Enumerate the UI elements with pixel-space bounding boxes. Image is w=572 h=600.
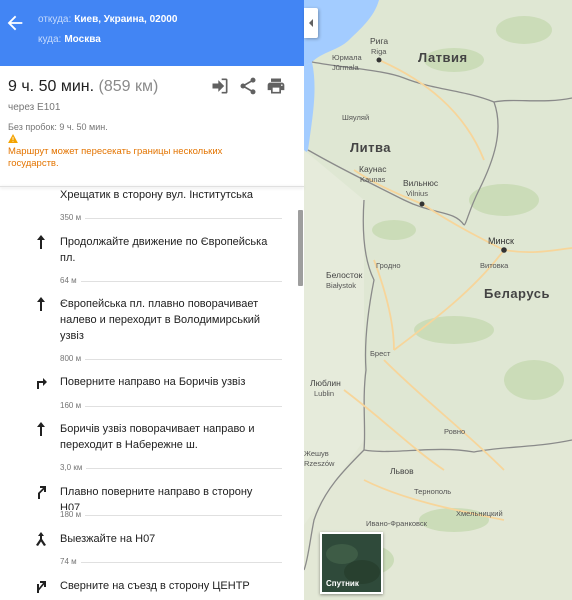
city-khmelnitsky: Хмельницкий	[456, 509, 503, 518]
city-bialystok-ru: Белосток	[326, 270, 363, 280]
city-ivano: Ивано-Франковск	[366, 519, 428, 528]
label-belarus: Беларусь	[484, 286, 550, 301]
step-divider	[60, 562, 282, 563]
duration-value: 9 ч. 50 мин.	[8, 78, 95, 95]
step-distance: 64 м	[60, 276, 81, 285]
directions-header: откуда: Киев, Украина, 02000 куда: Москва	[0, 0, 304, 66]
scrollbar-thumb[interactable]	[298, 210, 303, 286]
city-rovno: Ровно	[444, 427, 465, 436]
distance-value: (859 км)	[98, 78, 159, 95]
city-rzeszow-ru: Жешув	[304, 449, 329, 458]
warning-icon	[8, 134, 18, 143]
turn-right-icon	[37, 378, 47, 389]
city-kaunas-ru: Каунас	[359, 164, 387, 174]
city-vilnius-ru: Вильнюс	[403, 178, 439, 188]
collapse-panel-button[interactable]	[304, 8, 318, 38]
label-latvia: Латвия	[418, 50, 468, 65]
no-traffic-time: Без пробок: 9 ч. 50 мин.	[8, 122, 108, 132]
destination-label: куда:	[38, 34, 62, 45]
destination-value: Москва	[64, 34, 101, 45]
step-text[interactable]: Плавно поверните направо в сторону Н07	[60, 484, 274, 516]
merge-icon	[36, 532, 46, 546]
city-grodno: Гродно	[376, 261, 401, 270]
step-divider	[60, 218, 282, 219]
step-text[interactable]: Продолжайте движение по Європейська пл.	[60, 234, 274, 266]
city-bialystok: Białystok	[326, 281, 356, 290]
send-to-device-icon[interactable]	[210, 76, 230, 96]
print-icon[interactable]	[266, 76, 286, 96]
city-siauliai: Шяуляй	[342, 113, 369, 122]
step-divider	[60, 359, 282, 360]
city-rzeszow: Rzeszów	[304, 459, 335, 468]
directions-panel: откуда: Киев, Украина, 02000 куда: Москва …	[0, 0, 304, 600]
city-minsk: Минск	[488, 236, 514, 246]
step-divider	[60, 515, 282, 516]
step-distance: 74 м	[60, 557, 81, 566]
step-text[interactable]: Хрещатик в сторону вул. Інститутська	[60, 187, 274, 203]
back-arrow-icon[interactable]	[4, 12, 26, 34]
city-vilnius: Vilnius	[406, 189, 428, 198]
straight-arrow-icon	[37, 297, 45, 311]
label-lithuania: Литва	[350, 140, 391, 155]
step-divider	[60, 281, 282, 282]
step-distance: 350 м	[60, 213, 86, 222]
destination-row[interactable]: куда: Москва	[38, 34, 101, 45]
city-jurmala-ru: Юрмала	[332, 53, 362, 62]
step-divider	[60, 406, 282, 407]
city-vitebsk: Витовка	[480, 261, 509, 270]
step-text[interactable]: Європейська пл. плавно поворачивает нале…	[60, 296, 274, 344]
map-canvas: Латвия Литва Беларусь Рига Riga Юрмала J…	[304, 0, 572, 600]
slight-right-icon	[38, 486, 46, 499]
city-lvov: Львов	[390, 466, 414, 476]
satellite-label: Спутник	[326, 579, 359, 588]
straight-arrow-icon	[37, 422, 45, 436]
straight-arrow-icon	[37, 235, 45, 249]
city-lublin: Lublin	[314, 389, 334, 398]
city-lublin-ru: Люблин	[310, 378, 341, 388]
origin-label: откуда:	[38, 14, 72, 25]
chevron-left-icon	[309, 19, 313, 27]
step-text[interactable]: Сверните на съезд в сторону ЦЕНТР	[60, 578, 274, 594]
share-icon[interactable]	[238, 76, 258, 96]
city-brest: Брест	[370, 349, 391, 358]
city-kaunas: Kaunas	[360, 175, 386, 184]
step-divider	[60, 468, 282, 469]
border-warning: Маршрут может пересекать границы несколь…	[8, 146, 223, 169]
baltic-coast-water	[304, 62, 315, 155]
route-summary: 9 ч. 50 мин. (859 км) через E101 Без про…	[0, 66, 304, 186]
origin-value: Киев, Украина, 02000	[74, 14, 178, 25]
step-distance: 160 м	[60, 401, 86, 410]
step-distance: 3,0 км	[60, 463, 87, 472]
step-distance: 800 м	[60, 354, 86, 363]
satellite-toggle[interactable]: Спутник	[320, 532, 383, 594]
city-riga: Riga	[371, 47, 387, 56]
step-distance: 180 м	[60, 510, 86, 519]
city-jurmala: Jūrmala	[332, 63, 360, 72]
route-via: через E101	[8, 102, 61, 113]
city-riga-ru: Рига	[370, 36, 388, 46]
city-ternopol: Тернополь	[414, 487, 451, 496]
ramp-right-icon	[37, 581, 46, 593]
origin-row[interactable]: откуда: Киев, Украина, 02000	[38, 14, 177, 25]
step-text[interactable]: Боричів узвіз поворачивает направо и пер…	[60, 421, 274, 453]
step-text[interactable]: Поверните направо на Боричів узвіз	[60, 374, 274, 390]
route-duration: 9 ч. 50 мин. (859 км)	[8, 78, 158, 96]
step-text[interactable]: Выезжайте на Н07	[60, 531, 274, 547]
map-view[interactable]: Латвия Литва Беларусь Рига Riga Юрмала J…	[304, 0, 572, 600]
